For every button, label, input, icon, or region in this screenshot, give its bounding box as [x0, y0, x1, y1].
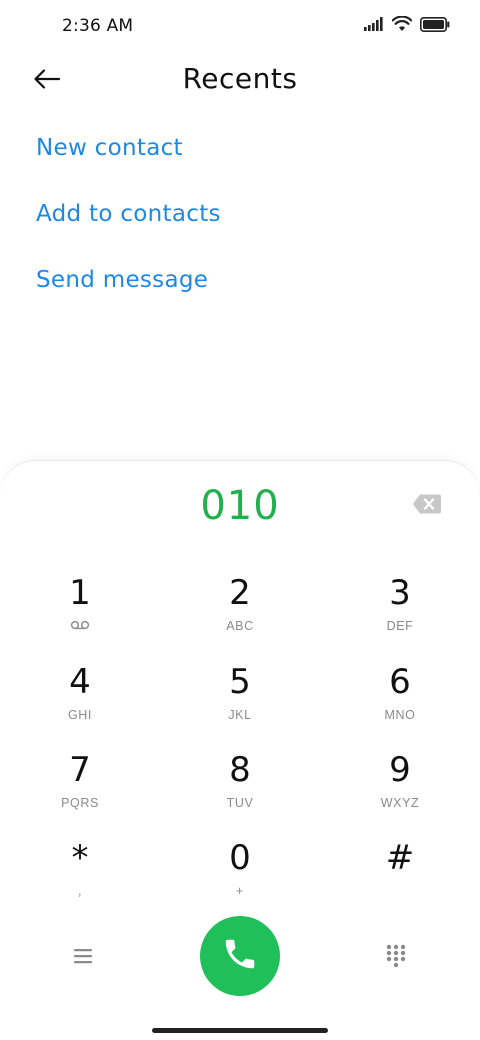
key-4[interactable]: 4 GHI: [20, 662, 140, 742]
key-0[interactable]: 0 +: [180, 838, 300, 918]
key-hash[interactable]: #: [340, 838, 460, 918]
header: Recents: [0, 54, 480, 108]
key-letters: ABC: [226, 619, 254, 633]
key-letters: ,: [77, 884, 83, 898]
home-indicator[interactable]: [152, 1028, 328, 1033]
key-digit: 4: [69, 662, 91, 702]
key-7[interactable]: 7 PQRS: [20, 750, 140, 830]
contact-actions: New contact Add to contacts Send message: [36, 128, 221, 326]
key-6[interactable]: 6 MNO: [340, 662, 460, 742]
status-bar: 2:36 AM: [0, 0, 480, 54]
wifi-icon: [392, 16, 412, 32]
status-icons: [364, 16, 450, 32]
key-digit: *: [71, 838, 89, 878]
key-digit: 0: [229, 838, 251, 878]
key-letters: DEF: [386, 619, 414, 633]
send-message-link[interactable]: Send message: [36, 260, 221, 326]
phone-screen: 2:36 AM Recents New contact Add to conta…: [0, 0, 480, 1040]
dialpad-icon: [386, 944, 406, 972]
key-digit: 2: [229, 573, 251, 613]
key-digit: 3: [389, 573, 411, 613]
dialed-number: 010: [200, 483, 280, 529]
key-digit: 1: [69, 573, 91, 613]
key-digit: #: [385, 838, 415, 878]
menu-button[interactable]: [72, 946, 96, 966]
key-letters: +: [236, 884, 244, 898]
call-button[interactable]: [200, 916, 280, 996]
key-letters: GHI: [67, 708, 93, 722]
backspace-button[interactable]: [412, 493, 442, 515]
signal-icon: [364, 17, 384, 31]
key-letters: JKL: [228, 708, 252, 722]
key-3[interactable]: 3 DEF: [340, 573, 460, 653]
dialer-bottom-row: [0, 916, 480, 996]
key-digit: 7: [69, 750, 91, 790]
key-5[interactable]: 5 JKL: [180, 662, 300, 742]
status-time: 2:36 AM: [62, 16, 134, 36]
key-digit: 9: [389, 750, 411, 790]
key-8[interactable]: 8 TUV: [180, 750, 300, 830]
key-letters: [340, 884, 460, 900]
dialpad-toggle-button[interactable]: [386, 944, 406, 968]
key-digit: 6: [389, 662, 411, 702]
key-letters: TUV: [226, 796, 254, 810]
key-letters: PQRS: [61, 796, 99, 810]
key-letters: MNO: [384, 708, 416, 722]
new-contact-link[interactable]: New contact: [36, 128, 221, 194]
add-to-contacts-link[interactable]: Add to contacts: [36, 194, 221, 260]
voicemail-icon: [20, 619, 140, 635]
dialer-panel: 010 1 2 ABC 3 DEF 4 GHI 5 JKL 6 MNO 7 PQ…: [0, 460, 480, 1040]
page-title: Recents: [182, 62, 298, 95]
key-2[interactable]: 2 ABC: [180, 573, 300, 653]
backspace-icon: [412, 494, 442, 519]
menu-icon: [72, 949, 96, 970]
key-digit: 8: [229, 750, 251, 790]
key-digit: 5: [229, 662, 251, 702]
phone-icon: [221, 935, 259, 977]
key-9[interactable]: 9 WXYZ: [340, 750, 460, 830]
key-1[interactable]: 1: [20, 573, 140, 653]
battery-icon: [420, 16, 450, 32]
key-letters: WXYZ: [380, 796, 420, 810]
key-star[interactable]: * ,: [20, 838, 140, 918]
